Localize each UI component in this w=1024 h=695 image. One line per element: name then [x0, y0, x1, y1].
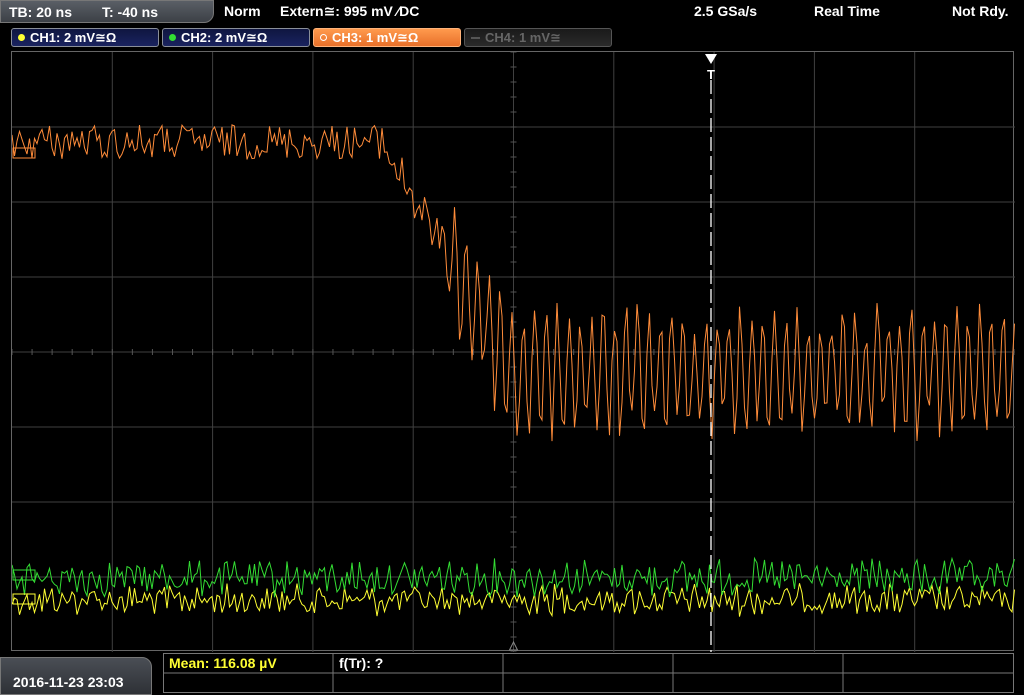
channel-3-label: CH3: 1 mV≅Ω — [332, 30, 419, 45]
measurement-grid — [163, 653, 1014, 693]
channel-1-button[interactable]: CH1: 2 mV≅Ω — [11, 28, 159, 47]
sample-rate: 2.5 GSa/s — [694, 3, 758, 19]
channel-4-off-icon — [471, 37, 480, 39]
acquisition-mode[interactable]: Real Time — [814, 3, 880, 19]
channel-1-label: CH1: 2 mV≅Ω — [30, 30, 117, 45]
channel-2-indicator-icon — [169, 34, 176, 41]
timebase-panel[interactable]: TB: 20 ns T: -40 ns — [0, 0, 214, 23]
trigger-arrow-icon — [705, 54, 717, 64]
waveform-canvas: T — [12, 52, 1015, 652]
trigger-source[interactable]: Extern≅: 995 mV ∕DC — [280, 3, 419, 20]
timebase-value: TB: 20 ns — [9, 4, 73, 20]
waveform-display[interactable]: T — [11, 51, 1015, 652]
channel-3-indicator-icon — [320, 34, 327, 41]
channel-1-indicator-icon — [18, 34, 25, 41]
measurement-panel[interactable]: Mean: 116.08 µV f(Tr): ? — [163, 653, 1014, 693]
rise-time-measurement[interactable]: f(Tr): ? — [339, 655, 383, 671]
channel-3-button[interactable]: CH3: 1 mV≅Ω — [313, 28, 461, 47]
channel-2-button[interactable]: CH2: 2 mV≅Ω — [162, 28, 310, 47]
channel-4-label: CH4: 1 mV≅ — [485, 30, 561, 45]
date-panel: 2016-11-23 23:03 — [0, 657, 152, 695]
timestamp: 2016-11-23 23:03 — [13, 674, 124, 690]
trigger-time-value: T: -40 ns — [102, 4, 159, 20]
run-state: Not Rdy. — [952, 3, 1009, 19]
bottom-bar: 2016-11-23 23:03 Mean: 116.08 µV f(Tr): … — [0, 651, 1024, 695]
trigger-mode[interactable]: Norm — [224, 3, 261, 19]
trigger-marker-label: T — [707, 67, 715, 82]
status-bar: TB: 20 ns T: -40 ns Norm Extern≅: 995 mV… — [0, 0, 1024, 24]
channel-2-label: CH2: 2 mV≅Ω — [181, 30, 268, 45]
channel-4-button[interactable]: CH4: 1 mV≅ — [464, 28, 612, 47]
mean-measurement[interactable]: Mean: 116.08 µV — [169, 655, 277, 671]
